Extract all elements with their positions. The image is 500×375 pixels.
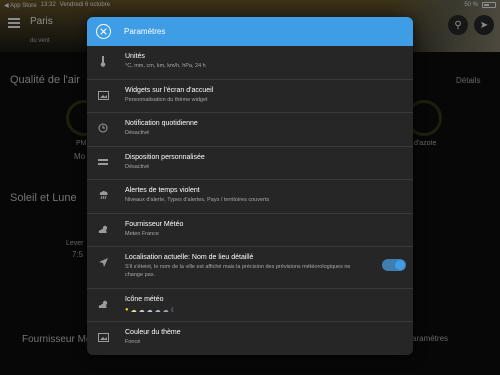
weather-icon-title: Icône météo bbox=[125, 296, 164, 303]
location-title: Localisation actuelle: Nom de lieu détai… bbox=[125, 254, 254, 261]
moon-icon: ☾ bbox=[170, 308, 177, 314]
settings-item-theme-color[interactable]: Couleur du thème Foncé bbox=[87, 322, 413, 351]
close-icon[interactable] bbox=[96, 24, 111, 39]
clock-icon bbox=[97, 122, 109, 134]
alerts-sub: Niveaux d'alerte, Types d'alertes, Pays … bbox=[125, 197, 270, 203]
sun-cloud-icon: ☁ bbox=[130, 308, 137, 314]
units-title: Unités bbox=[125, 53, 145, 60]
rain-cloud-icon: ☁ bbox=[154, 308, 161, 314]
settings-item-alerts[interactable]: Alertes de temps violent Niveaux d'alert… bbox=[87, 180, 413, 214]
settings-item-widgets[interactable]: Widgets sur l'écran d'accueil Personnali… bbox=[87, 80, 413, 113]
settings-modal: Paramètres Unités °C, mm, cm, km, km/h, … bbox=[87, 17, 413, 355]
notification-sub: Désactivé bbox=[125, 130, 150, 136]
layout-sub: Désactivé bbox=[125, 164, 150, 170]
sun-icon: ● bbox=[125, 307, 129, 313]
settings-item-location[interactable]: Localisation actuelle: Nom de lieu détai… bbox=[87, 247, 413, 289]
modal-title: Paramètres bbox=[124, 27, 166, 36]
settings-item-notification[interactable]: Notification quotidienne Désactivé bbox=[87, 113, 413, 147]
layout-icon bbox=[97, 156, 109, 168]
image-icon bbox=[97, 331, 109, 343]
storm-cloud-icon: ☁ bbox=[162, 308, 169, 314]
units-sub: °C, mm, cm, km, km/h, hPa, 24 h bbox=[125, 63, 206, 69]
settings-item-layout[interactable]: Disposition personnalisée Désactivé bbox=[87, 147, 413, 180]
storm-icon bbox=[97, 189, 109, 201]
alerts-title: Alertes de temps violent bbox=[125, 187, 200, 194]
settings-item-units[interactable]: Unités °C, mm, cm, km, km/h, hPa, 24 h bbox=[87, 46, 413, 80]
cloud-sun-icon bbox=[97, 298, 109, 310]
location-arrow-icon bbox=[97, 256, 109, 268]
provider-sub: Meteo France bbox=[125, 231, 159, 237]
thermometer-icon bbox=[97, 55, 109, 67]
modal-header: Paramètres bbox=[87, 17, 413, 46]
theme-color-sub: Foncé bbox=[125, 339, 141, 345]
settings-item-provider[interactable]: Fournisseur Météo Meteo France bbox=[87, 214, 413, 247]
widgets-title: Widgets sur l'écran d'accueil bbox=[125, 87, 214, 94]
notification-title: Notification quotidienne bbox=[125, 120, 198, 127]
theme-color-title: Couleur du thème bbox=[125, 329, 181, 336]
widgets-sub: Personnalisation du thème widget bbox=[125, 97, 208, 103]
rain-cloud-icon: ☁ bbox=[146, 308, 153, 314]
settings-list: Unités °C, mm, cm, km, km/h, hPa, 24 h W… bbox=[87, 46, 413, 351]
cloud-icon: ☁ bbox=[138, 308, 145, 314]
location-sub: S'il s'éteint, le nom de la ville est af… bbox=[125, 264, 351, 278]
settings-item-weather-icon[interactable]: Icône météo ● ☁ ☁ ☁ ☁ ☁ ☾ bbox=[87, 289, 413, 322]
image-icon bbox=[97, 89, 109, 101]
provider-title: Fournisseur Météo bbox=[125, 221, 184, 228]
layout-title: Disposition personnalisée bbox=[125, 154, 205, 161]
cloud-sun-icon bbox=[97, 223, 109, 235]
weather-icon-preview: ● ☁ ☁ ☁ ☁ ☁ ☾ bbox=[125, 307, 403, 314]
location-toggle[interactable] bbox=[382, 259, 406, 271]
